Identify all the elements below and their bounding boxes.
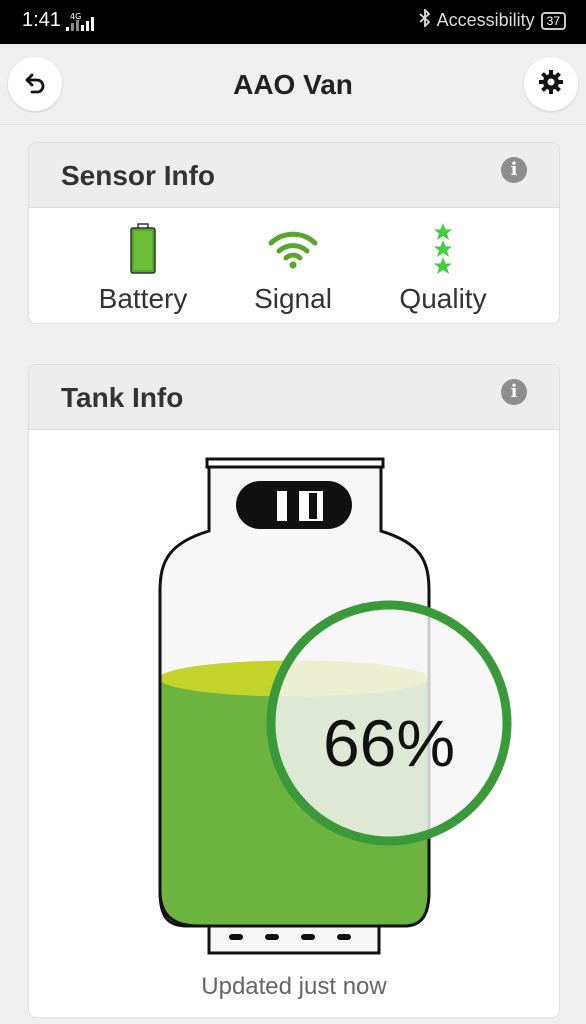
sensor-info-card: Sensor Info i Battery Signal Quality [28,142,560,324]
sensor-info-header: Sensor Info i [29,143,559,208]
status-bar: 1:41 4G Accessibility 37 [0,0,586,44]
network-type: 4G [70,12,81,21]
accessibility-label: Accessibility [436,10,535,30]
cellular-signal-icon: 4G [64,11,96,38]
status-time: 1:41 [22,9,61,31]
tank-info-icon[interactable]: i [501,379,527,405]
bluetooth-icon [419,7,431,32]
sensor-battery: Battery [73,221,213,315]
tank-info-card: Tank Info i 66% Updated just now [28,364,560,1018]
sensor-info-icon[interactable]: i [501,157,527,183]
sensor-signal: Signal [223,221,363,315]
battery-label: Battery [98,283,188,314]
signal-label: Signal [254,283,332,314]
quality-label: Quality [399,283,487,314]
stars-icon [373,221,513,277]
settings-button[interactable] [524,57,578,111]
last-updated-text: Updated just now [201,973,387,1000]
tank-info-title: Tank Info [61,382,184,413]
tank-info-header: Tank Info i [29,365,559,430]
battery-icon [73,221,213,277]
gas-tank-illustration [158,457,512,955]
sensor-info-title: Sensor Info [61,160,216,191]
tank-level-percent: 66% [322,706,456,780]
app-header: AAO Van [0,44,586,125]
wifi-signal-icon [223,221,363,277]
gear-icon [538,69,564,100]
battery-level-badge: 37 [540,11,566,30]
page-title: AAO Van [233,69,353,100]
sensor-quality: Quality [373,221,513,315]
